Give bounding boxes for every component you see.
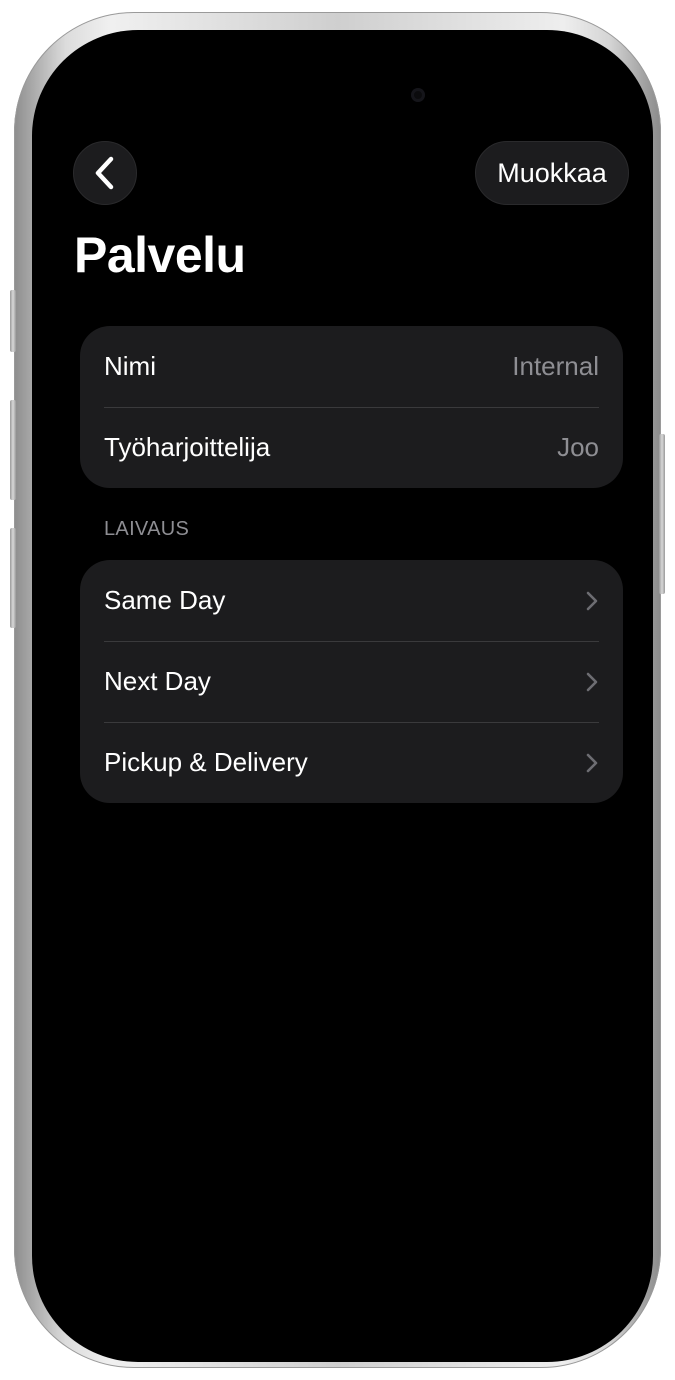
- screen: Muokkaa Palvelu Nimi Internal Työharjoit…: [40, 38, 645, 1354]
- back-button[interactable]: [73, 141, 137, 205]
- power-button: [659, 434, 665, 594]
- phone-frame: Muokkaa Palvelu Nimi Internal Työharjoit…: [10, 12, 665, 1368]
- edit-button[interactable]: Muokkaa: [475, 141, 629, 205]
- shipping-item-pickup-delivery[interactable]: Pickup & Delivery: [80, 722, 623, 803]
- detail-row-name: Nimi Internal: [80, 326, 623, 407]
- shipping-item-same-day[interactable]: Same Day: [80, 560, 623, 641]
- detail-value: Internal: [512, 351, 599, 381]
- detail-row-trainee: Työharjoittelija Joo: [80, 407, 623, 488]
- chevron-left-icon: [95, 156, 114, 190]
- shipping-group: Same Day Next Day Pickup & Delivery: [80, 560, 623, 803]
- shipping-item-label: Next Day: [104, 666, 211, 696]
- section-header-shipping: LAIVAUS: [104, 518, 190, 540]
- shipping-item-label: Pickup & Delivery: [104, 747, 308, 777]
- chevron-right-icon: [585, 590, 599, 612]
- shipping-item-next-day[interactable]: Next Day: [80, 641, 623, 722]
- detail-label: Nimi: [104, 351, 156, 381]
- volume-down-button: [10, 528, 16, 628]
- detail-label: Työharjoittelija: [104, 432, 271, 462]
- volume-up-button: [10, 400, 16, 500]
- details-group: Nimi Internal Työharjoittelija Joo: [80, 326, 623, 488]
- shipping-item-label: Same Day: [104, 585, 226, 615]
- detail-value: Joo: [557, 432, 599, 462]
- page-title: Palvelu: [74, 227, 246, 283]
- action-button: [10, 290, 16, 352]
- chevron-right-icon: [585, 671, 599, 693]
- front-camera: [411, 88, 425, 102]
- chevron-right-icon: [585, 752, 599, 774]
